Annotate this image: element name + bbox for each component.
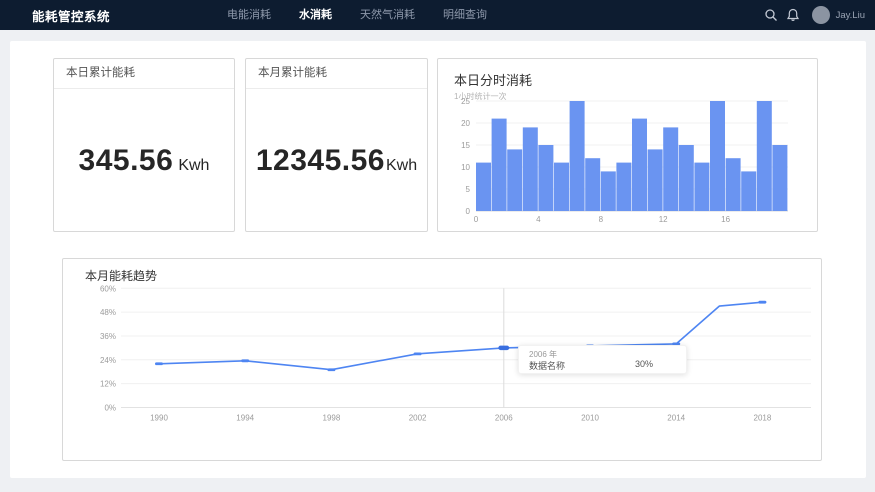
svg-text:0: 0	[474, 215, 479, 224]
svg-text:8: 8	[599, 215, 604, 224]
today-energy-value: 345.56	[79, 144, 174, 178]
svg-text:20: 20	[461, 119, 470, 128]
app-title: 能耗管控系统	[32, 6, 110, 25]
tooltip-series-name: 数据名称	[529, 359, 565, 372]
svg-text:12%: 12%	[100, 380, 116, 389]
nav-item-water[interactable]: 水消耗	[285, 0, 346, 30]
nav-item-electric[interactable]: 电能消耗	[213, 0, 285, 30]
month-energy-unit: Kwh	[386, 157, 417, 175]
svg-text:1998: 1998	[323, 414, 341, 423]
card-monthly-trend: 本月能耗趋势 0% 12% 24% 36% 48% 60% 1990 1994 1998 2002…	[62, 258, 822, 461]
username: Jay.Liu	[836, 10, 865, 21]
card-hourly-consumption: 本日分时消耗 1小时统计一次 05101520250481216	[437, 58, 818, 232]
svg-text:2010: 2010	[581, 414, 599, 423]
svg-text:36%: 36%	[100, 332, 116, 341]
svg-text:5: 5	[466, 185, 471, 194]
svg-text:0%: 0%	[104, 404, 116, 413]
card-month-body: 12345.56 Kwh	[246, 89, 427, 233]
svg-text:25: 25	[461, 97, 470, 106]
avatar[interactable]	[812, 6, 830, 24]
card-today-title: 本日累计能耗	[54, 59, 234, 89]
svg-text:4: 4	[536, 215, 541, 224]
nav-right-cluster: Jay.Liu	[764, 6, 865, 24]
svg-text:12: 12	[659, 215, 668, 224]
svg-text:24%: 24%	[100, 356, 116, 365]
today-energy-unit: Kwh	[178, 157, 209, 175]
trend-chart-title: 本月能耗趋势	[85, 267, 157, 284]
nav-item-gas[interactable]: 天然气消耗	[346, 0, 429, 30]
svg-text:2018: 2018	[754, 414, 772, 423]
hourly-bar-chart[interactable]: 0 5 10 15 20 25 0 4 8 12 16	[446, 97, 811, 227]
card-today-body: 345.56 Kwh	[54, 89, 234, 233]
svg-text:1990: 1990	[150, 414, 168, 423]
svg-text:2014: 2014	[667, 414, 685, 423]
bell-icon[interactable]	[786, 8, 800, 22]
dashboard: 能耗管控系统 电能消耗 水消耗 天然气消耗 明细查询 Jay.Liu 本日累计能…	[0, 0, 875, 492]
svg-text:0: 0	[466, 207, 471, 216]
main-panel: 本日累计能耗 345.56 Kwh 本月累计能耗 12345.56 Kwh 本日…	[10, 41, 866, 478]
svg-text:60%: 60%	[100, 284, 116, 293]
top-nav: 能耗管控系统 电能消耗 水消耗 天然气消耗 明细查询 Jay.Liu	[0, 0, 875, 30]
trend-line-chart[interactable]: 0% 12% 24% 36% 48% 60% 1990 1994 1998 2002 2006 201…	[63, 283, 821, 455]
card-month-energy: 本月累计能耗 12345.56 Kwh	[245, 58, 428, 232]
svg-text:16: 16	[721, 215, 730, 224]
card-month-title: 本月累计能耗	[246, 59, 427, 89]
card-today-energy: 本日累计能耗 345.56 Kwh	[53, 58, 235, 232]
svg-text:2002: 2002	[409, 414, 427, 423]
tooltip-value: 30%	[635, 359, 653, 369]
svg-text:1994: 1994	[236, 414, 254, 423]
search-icon[interactable]	[764, 8, 778, 22]
hourly-chart-title: 本日分时消耗	[454, 70, 817, 89]
nav-item-detail-query[interactable]: 明细查询	[429, 0, 501, 30]
svg-text:2006: 2006	[495, 414, 513, 423]
month-energy-value: 12345.56	[256, 144, 385, 178]
nav-menu: 电能消耗 水消耗 天然气消耗 明细查询	[213, 0, 501, 30]
svg-text:48%: 48%	[100, 308, 116, 317]
svg-text:10: 10	[461, 163, 470, 172]
chart-tooltip: 2006 年 数据名称 30%	[518, 345, 687, 374]
svg-text:15: 15	[461, 141, 470, 150]
